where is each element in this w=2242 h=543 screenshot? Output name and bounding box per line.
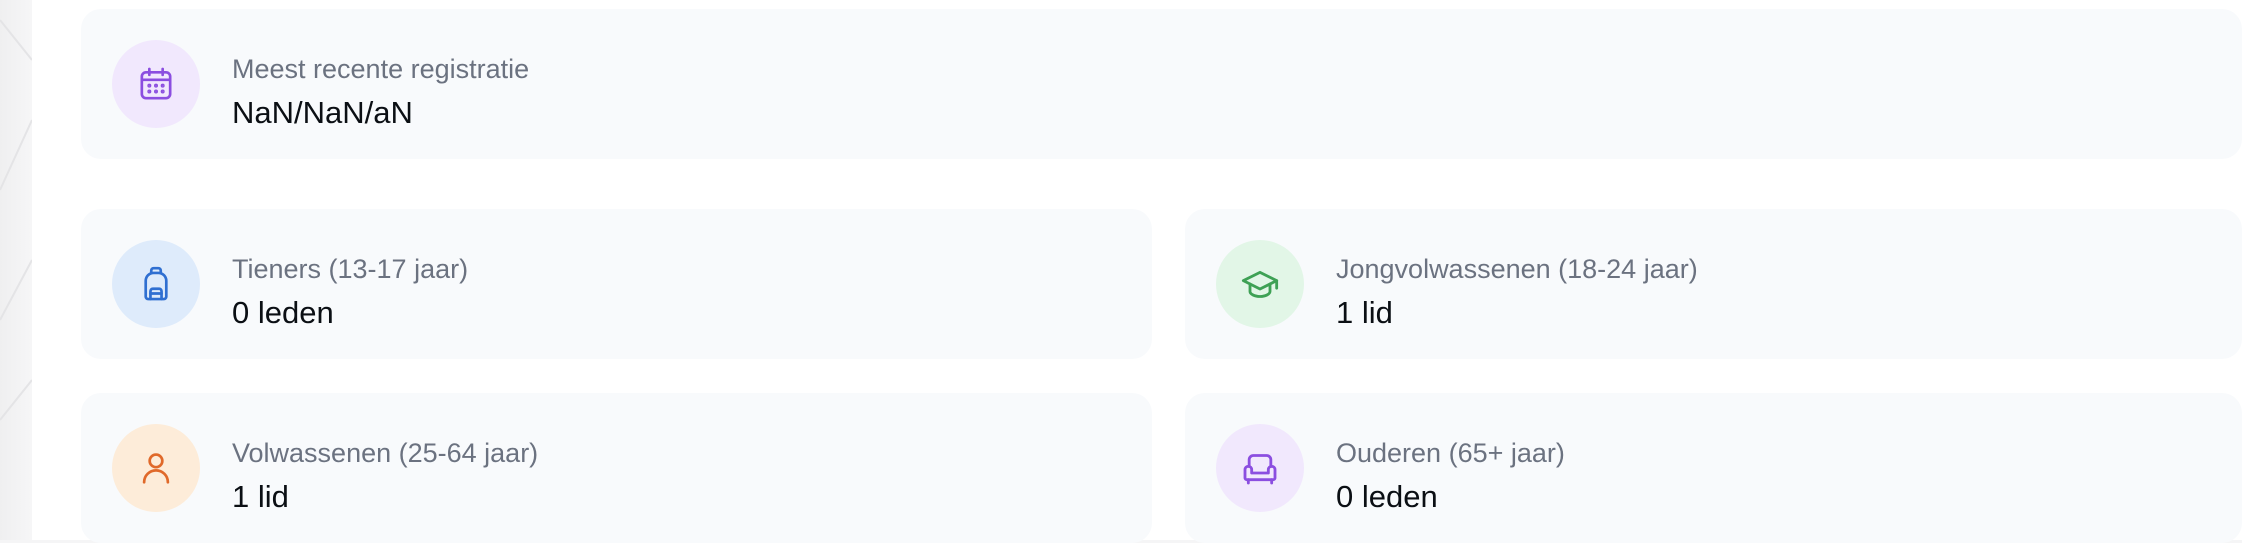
young-adults-label: Jongvolwassenen (18-24 jaar)	[1336, 254, 1698, 284]
adults-value: 1 lid	[232, 479, 289, 514]
graduation-cap-icon	[1216, 240, 1304, 328]
teens-label: Tieners (13-17 jaar)	[232, 254, 469, 284]
adults-label: Volwassenen (25-64 jaar)	[232, 438, 539, 468]
backpack-icon	[112, 240, 200, 328]
seniors-value: 0 leden	[1336, 479, 1438, 514]
young-adults-value: 1 lid	[1336, 295, 1393, 330]
recent-registration-value: NaN/NaN/aN	[232, 95, 413, 130]
recent-registration-label: Meest recente registratie	[232, 54, 530, 84]
young-adults-card: Jongvolwassenen (18-24 jaar) 1 lid	[1185, 209, 2242, 359]
adults-card: Volwassenen (25-64 jaar) 1 lid	[81, 393, 1152, 543]
teens-value: 0 leden	[232, 295, 334, 330]
seniors-label: Ouderen (65+ jaar)	[1336, 438, 1565, 468]
stats-panel: Meest recente registratie NaN/NaN/aN Tie…	[32, 0, 2242, 543]
recent-registration-card: Meest recente registratie NaN/NaN/aN	[81, 9, 2242, 159]
seniors-card: Ouderen (65+ jaar) 0 leden	[1185, 393, 2242, 543]
sidebar-edge	[0, 0, 32, 540]
user-icon	[112, 424, 200, 512]
armchair-icon	[1216, 424, 1304, 512]
sidebar-decoration	[0, 19, 32, 421]
teens-card: Tieners (13-17 jaar) 0 leden	[81, 209, 1152, 359]
calendar-icon	[112, 40, 200, 128]
